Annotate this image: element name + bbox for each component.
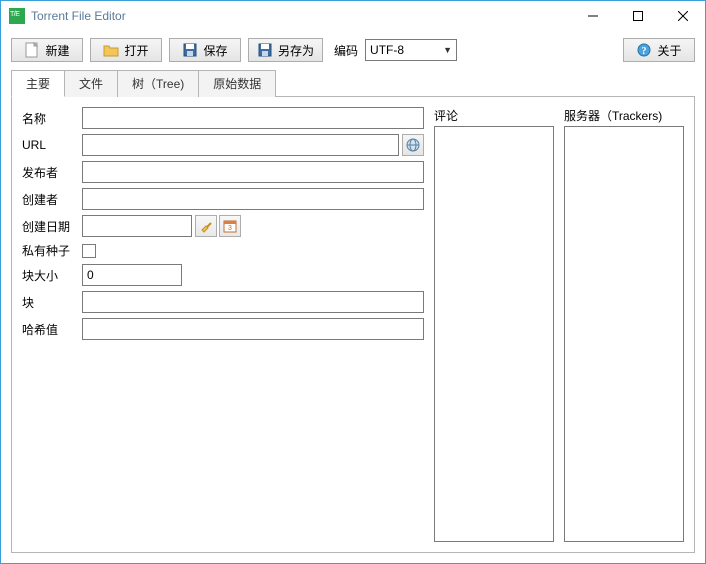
publisher-input[interactable] — [82, 161, 424, 183]
saveas-button[interactable]: 另存为 — [248, 38, 323, 62]
hash-input[interactable] — [82, 318, 424, 340]
name-label: 名称 — [22, 110, 82, 127]
pieces-row: 块 — [22, 291, 424, 313]
close-icon — [678, 11, 688, 21]
tab-raw[interactable]: 原始数据 — [198, 70, 276, 97]
saveas-label: 另存为 — [278, 42, 314, 59]
window-title: Torrent File Editor — [31, 9, 126, 23]
trackers-label: 服务器（Trackers) — [564, 107, 684, 124]
pieces-label: 块 — [22, 294, 82, 311]
private-label: 私有种子 — [22, 242, 82, 259]
tab-content: 名称 URL 发布者 创建者 创建日期 — [11, 97, 695, 553]
comments-label: 评论 — [434, 107, 554, 124]
private-checkbox[interactable] — [82, 244, 96, 258]
save-button[interactable]: 保存 — [169, 38, 241, 62]
help-icon: ? — [636, 42, 652, 58]
created-row: 创建日期 3 — [22, 215, 424, 237]
about-button[interactable]: ? 关于 — [623, 38, 695, 62]
tab-tree[interactable]: 树（Tree) — [117, 70, 199, 97]
url-input[interactable] — [82, 134, 399, 156]
url-browse-button[interactable] — [402, 134, 424, 156]
encoding-label: 编码 — [334, 42, 358, 59]
creator-input[interactable] — [82, 188, 424, 210]
publisher-label: 发布者 — [22, 164, 82, 181]
creator-label: 创建者 — [22, 191, 82, 208]
svg-text:3: 3 — [228, 225, 232, 232]
url-row: URL — [22, 134, 424, 156]
piece-size-input[interactable]: 0 — [82, 264, 182, 286]
close-button[interactable] — [660, 2, 705, 31]
file-icon — [24, 42, 40, 58]
open-label: 打开 — [124, 42, 148, 59]
creator-row: 创建者 — [22, 188, 424, 210]
tab-files[interactable]: 文件 — [64, 70, 118, 97]
save-label: 保存 — [203, 42, 227, 59]
save-icon — [182, 42, 198, 58]
pick-date-button[interactable]: 3 — [219, 215, 241, 237]
pieces-input[interactable] — [82, 291, 424, 313]
comments-pane: 评论 — [434, 107, 554, 542]
maximize-button[interactable] — [615, 2, 660, 31]
url-label: URL — [22, 138, 82, 152]
hash-row: 哈希值 — [22, 318, 424, 340]
name-input[interactable] — [82, 107, 424, 129]
trackers-textarea[interactable] — [564, 126, 684, 542]
maximize-icon — [633, 11, 643, 21]
folder-icon — [103, 42, 119, 58]
svg-text:?: ? — [642, 46, 647, 57]
about-label: 关于 — [657, 42, 681, 59]
trackers-pane: 服务器（Trackers) — [564, 107, 684, 542]
saveas-icon — [257, 42, 273, 58]
publisher-row: 发布者 — [22, 161, 424, 183]
app-icon — [9, 8, 25, 24]
calendar-icon: 3 — [223, 219, 237, 233]
hash-label: 哈希值 — [22, 321, 82, 338]
piece-size-label: 块大小 — [22, 267, 82, 284]
new-button[interactable]: 新建 — [11, 38, 83, 62]
brush-icon — [199, 219, 213, 233]
minimize-icon — [588, 11, 598, 21]
tab-main[interactable]: 主要 — [11, 70, 65, 97]
titlebar: Torrent File Editor — [1, 1, 705, 31]
tab-bar: 主要 文件 树（Tree) 原始数据 — [11, 69, 695, 97]
main-form: 名称 URL 发布者 创建者 创建日期 — [22, 107, 424, 542]
window: Torrent File Editor 新建 打开 — [0, 0, 706, 564]
encoding-value: UTF-8 — [370, 43, 404, 57]
created-input[interactable] — [82, 215, 192, 237]
private-row: 私有种子 — [22, 242, 424, 259]
minimize-button[interactable] — [570, 2, 615, 31]
toolbar: 新建 打开 保存 另存为 编码 UTF-8 ▼ ? — [1, 31, 705, 69]
piece-size-row: 块大小 0 — [22, 264, 424, 286]
created-label: 创建日期 — [22, 218, 82, 235]
clear-date-button[interactable] — [195, 215, 217, 237]
globe-icon — [406, 138, 420, 152]
encoding-select[interactable]: UTF-8 ▼ — [365, 39, 457, 61]
open-button[interactable]: 打开 — [90, 38, 162, 62]
window-controls — [570, 2, 705, 31]
comments-textarea[interactable] — [434, 126, 554, 542]
chevron-down-icon: ▼ — [443, 45, 452, 55]
new-label: 新建 — [45, 42, 69, 59]
name-row: 名称 — [22, 107, 424, 129]
